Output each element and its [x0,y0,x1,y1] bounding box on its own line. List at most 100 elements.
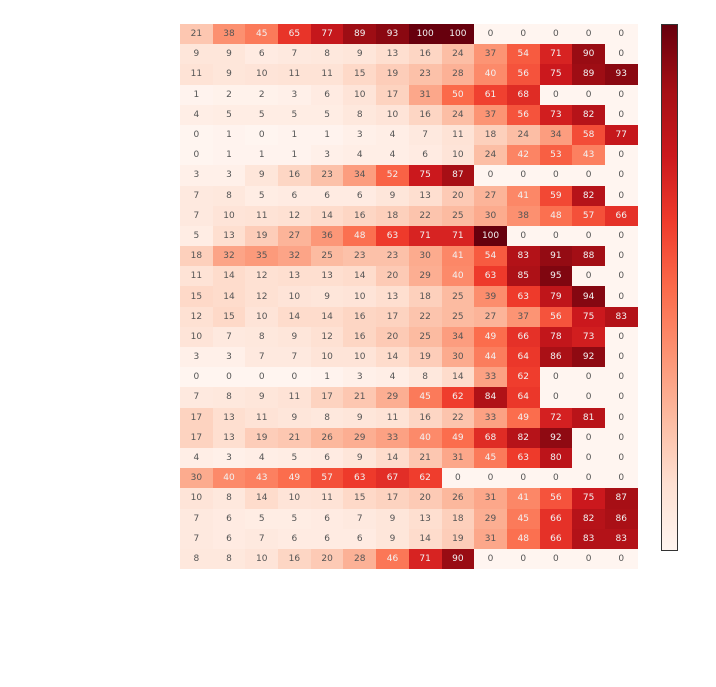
heatmap: 2138456577899310010000000996789131624375… [180,24,638,569]
heatmap-cell: 75 [572,488,605,508]
heatmap-cell: 45 [507,509,540,529]
heatmap-cell: 9 [245,165,278,185]
heatmap-cell: 2 [245,85,278,105]
heatmap-cell: 62 [442,387,475,407]
heatmap-cell: 31 [409,85,442,105]
heatmap-row: 108141011151720263141567587 [180,488,638,508]
heatmap-cell: 6 [213,529,246,549]
heatmap-cell: 83 [572,529,605,549]
heatmap-cell: 84 [474,387,507,407]
heatmap-cell: 9 [213,64,246,84]
heatmap-cell: 13 [409,509,442,529]
heatmap-cell: 13 [213,428,246,448]
heatmap-cell: 25 [442,206,475,226]
heatmap-cell: 8 [311,44,344,64]
heatmap-cell: 14 [311,206,344,226]
heatmap-cell: 9 [343,448,376,468]
heatmap-cell: 33 [474,408,507,428]
heatmap-cell: 64 [507,347,540,367]
heatmap-cell: 17 [180,408,213,428]
heatmap-cell: 0 [605,226,638,246]
heatmap-cell: 6 [343,186,376,206]
heatmap-cell: 32 [278,246,311,266]
heatmap-cell: 10 [442,145,475,165]
heatmap-cell: 64 [507,387,540,407]
heatmap-cell: 90 [442,549,475,569]
heatmap-cell: 0 [572,165,605,185]
heatmap-cell: 7 [343,509,376,529]
heatmap-cell: 9 [343,408,376,428]
heatmap-cell: 5 [278,105,311,125]
heatmap-cell: 54 [474,246,507,266]
heatmap-cell: 24 [474,145,507,165]
heatmap-cell: 16 [409,105,442,125]
heatmap-cell: 9 [343,44,376,64]
heatmap-cell: 0 [213,367,246,387]
heatmap-cell: 4 [343,145,376,165]
heatmap-cell: 0 [605,145,638,165]
heatmap-cell: 52 [376,165,409,185]
heatmap-cell: 10 [311,347,344,367]
heatmap-cell: 9 [278,327,311,347]
heatmap-cell: 0 [474,549,507,569]
heatmap-cell: 0 [572,428,605,448]
heatmap-cell: 11 [180,266,213,286]
heatmap-cell: 5 [278,448,311,468]
heatmap-cell: 5 [213,105,246,125]
heatmap-cell: 5 [245,105,278,125]
heatmap-cell: 82 [572,509,605,529]
heatmap-cell: 38 [507,206,540,226]
heatmap-cell: 0 [507,226,540,246]
heatmap-cell: 19 [409,347,442,367]
chart-container: 2138456577899310010000000996789131624375… [0,0,716,687]
heatmap-cell: 45 [245,24,278,44]
heatmap-cell: 6 [278,186,311,206]
heatmap-cell: 0 [605,468,638,488]
heatmap-cell: 12 [278,206,311,226]
heatmap-cell: 0 [605,549,638,569]
heatmap-cell: 82 [507,428,540,448]
heatmap-cell: 24 [507,125,540,145]
heatmap-row: 765567913182945668286 [180,509,638,529]
heatmap-cell: 25 [311,246,344,266]
heatmap-cell: 31 [442,448,475,468]
heatmap-cell: 0 [605,105,638,125]
heatmap-cell: 10 [343,85,376,105]
heatmap-cell: 15 [180,286,213,306]
heatmap-row: 33916233452758700000 [180,165,638,185]
heatmap-cell: 41 [507,186,540,206]
heatmap-cell: 66 [605,206,638,226]
heatmap-cell: 48 [540,206,573,226]
heatmap-cell: 16 [409,408,442,428]
heatmap-cell: 7 [180,387,213,407]
heatmap-cell: 21 [343,387,376,407]
heatmap-cell: 11 [278,64,311,84]
heatmap-cell: 0 [540,367,573,387]
heatmap-cell: 92 [540,428,573,448]
heatmap-cell: 91 [540,246,573,266]
heatmap-cell: 4 [180,448,213,468]
heatmap-cell: 16 [409,44,442,64]
heatmap-cell: 75 [572,307,605,327]
heatmap-cell: 68 [474,428,507,448]
heatmap-cell: 50 [442,85,475,105]
heatmap-cell: 16 [278,165,311,185]
heatmap-cell: 81 [572,408,605,428]
heatmap-row: 17131921262933404968829200 [180,428,638,448]
heatmap-cell: 21 [278,428,311,448]
heatmap-cell: 19 [245,226,278,246]
heatmap-cell: 30 [474,206,507,226]
heatmap-cell: 33 [376,428,409,448]
heatmap-cell: 8 [213,549,246,569]
heatmap-row: 1215101414161722252737567583 [180,307,638,327]
heatmap-cell: 17 [180,428,213,448]
heatmap-row: 15141210910131825396379940 [180,286,638,306]
heatmap-cell: 16 [343,327,376,347]
heatmap-cell: 28 [343,549,376,569]
heatmap-cell: 73 [540,105,573,125]
heatmap-cell: 0 [507,165,540,185]
heatmap-cell: 57 [311,468,344,488]
heatmap-cell: 14 [376,347,409,367]
heatmap-cell: 18 [409,286,442,306]
heatmap-cell: 0 [245,125,278,145]
